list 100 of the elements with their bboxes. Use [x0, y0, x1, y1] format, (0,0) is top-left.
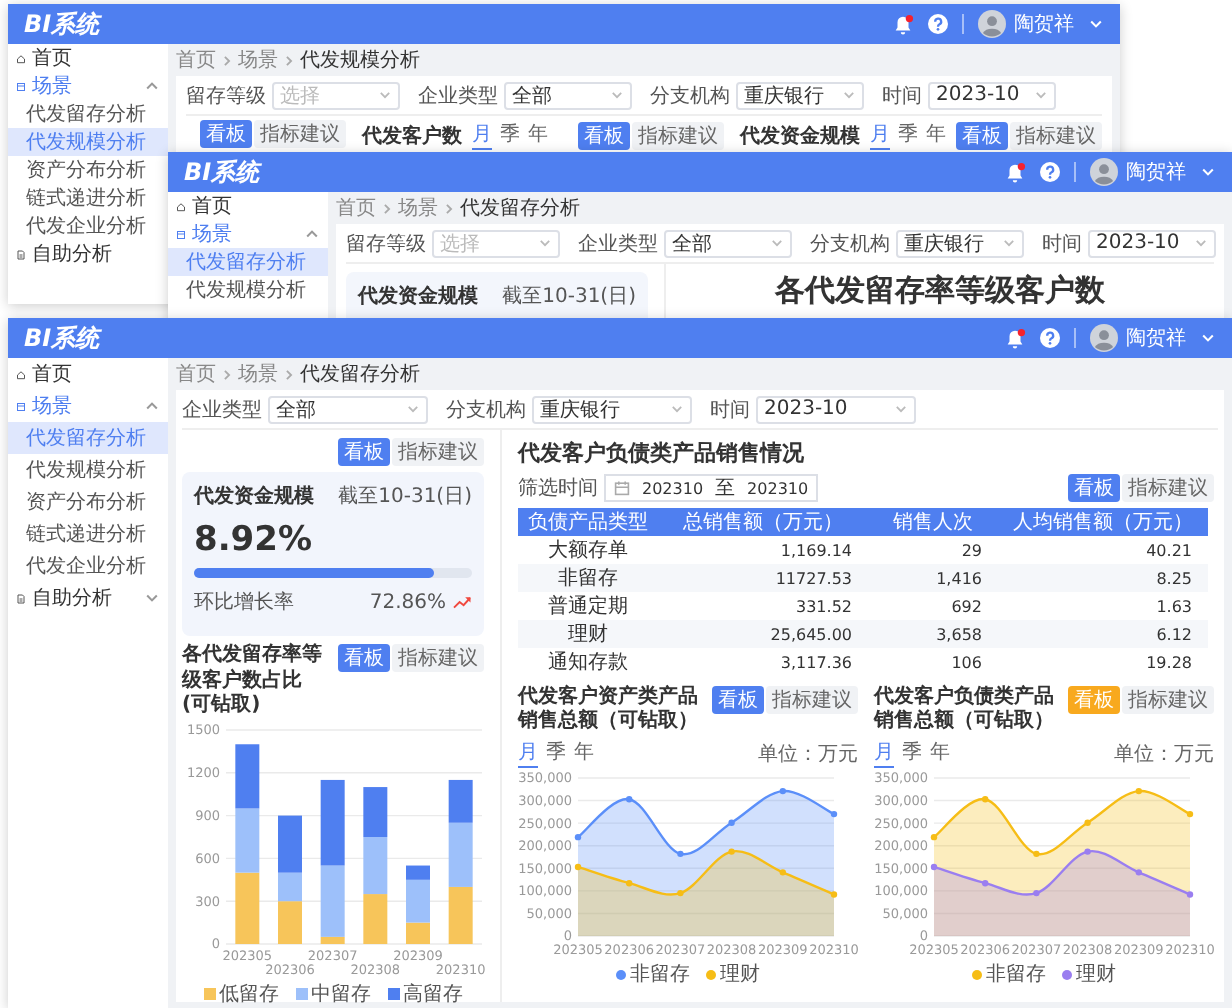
period-tab[interactable]: 月: [870, 120, 890, 150]
toggle-button[interactable]: 看板: [956, 121, 1008, 149]
filter-label: 留存等级: [186, 83, 266, 109]
user-name[interactable]: 陶贺祥: [1014, 10, 1074, 38]
period-tab[interactable]: 月: [874, 738, 894, 768]
toggle-button[interactable]: 指标建议: [1122, 474, 1214, 502]
breadcrumb-link[interactable]: 代发留存分析: [300, 360, 420, 388]
breadcrumb-link[interactable]: 场景: [238, 360, 278, 388]
breadcrumb-link[interactable]: 代发留存分析: [460, 194, 580, 222]
home-icon: [16, 369, 26, 379]
sidebar-item[interactable]: 场景: [168, 220, 328, 248]
table-cell-text: 331.52: [794, 597, 854, 615]
toggle-button[interactable]: 指标建议: [632, 121, 724, 149]
bar: [320, 778, 345, 865]
period-tab[interactable]: 季: [546, 738, 566, 768]
sidebar-item[interactable]: 首页: [8, 44, 168, 72]
toggle-button[interactable]: 指标建议: [392, 644, 484, 672]
user-name[interactable]: 陶贺祥: [1126, 158, 1186, 186]
chevron-down-icon: [770, 236, 784, 250]
sidebar-item[interactable]: 自助分析: [8, 240, 168, 268]
sidebar-item[interactable]: 首页: [8, 358, 168, 390]
sidebar-item[interactable]: 代发企业分析: [8, 550, 168, 582]
sidebar-item[interactable]: 代发企业分析: [8, 212, 168, 240]
select-field[interactable]: 全部: [664, 229, 792, 257]
bar: [363, 836, 388, 894]
data-point: [982, 796, 989, 803]
period-tab[interactable]: 月: [518, 738, 538, 768]
data-point: [830, 810, 838, 818]
sidebar-item[interactable]: 链式递进分析: [8, 184, 168, 212]
sidebar-item[interactable]: 代发规模分析: [168, 276, 328, 304]
breadcrumb-link[interactable]: 代发规模分析: [300, 46, 420, 74]
toggle-button[interactable]: 看板: [1068, 474, 1120, 502]
sidebar-item[interactable]: 代发留存分析: [168, 248, 328, 276]
toggle-button[interactable]: 看板: [712, 686, 764, 714]
table-cell-text: 19.28: [1144, 653, 1194, 671]
chevron-down-icon: [1034, 88, 1048, 102]
toggle-button[interactable]: 看板: [338, 644, 390, 672]
filter-label: 留存等级: [346, 231, 426, 257]
sidebar-item[interactable]: 资产分布分析: [8, 156, 168, 184]
period-tab[interactable]: 季: [500, 120, 520, 150]
select-field[interactable]: 重庆银行: [532, 395, 692, 423]
select-field[interactable]: 重庆银行: [736, 81, 864, 109]
sidebar-item[interactable]: 链式递进分析: [8, 518, 168, 550]
select-field[interactable]: 2023-10: [928, 81, 1056, 109]
chevron-right-icon: [220, 53, 234, 67]
filter-label: 企业类型: [182, 397, 262, 423]
period-tab[interactable]: 年: [926, 120, 946, 150]
select-field[interactable]: 全部: [268, 395, 428, 423]
period-tab[interactable]: 季: [898, 120, 918, 150]
sidebar-item[interactable]: 代发留存分析: [8, 422, 168, 454]
help-icon: [1040, 162, 1060, 182]
breadcrumb-link[interactable]: 首页: [176, 360, 216, 388]
bar: [363, 786, 388, 836]
select-field[interactable]: 2023-10: [1088, 229, 1216, 257]
period-tab[interactable]: 年: [930, 738, 950, 768]
toggle-button[interactable]: 指标建议: [392, 438, 484, 466]
list-icon: [16, 81, 26, 91]
user-name[interactable]: 陶贺祥: [1126, 324, 1186, 352]
table-cell-text: 通知存款: [546, 649, 630, 676]
breadcrumb-link[interactable]: 首页: [336, 194, 376, 222]
period-tab[interactable]: 年: [574, 738, 594, 768]
toggle-button[interactable]: 指标建议: [1122, 686, 1214, 714]
data-point: [930, 833, 938, 841]
sidebar-item[interactable]: 场景: [8, 72, 168, 100]
sidebar-item[interactable]: 代发规模分析: [8, 454, 168, 486]
sidebar-item[interactable]: 资产分布分析: [8, 486, 168, 518]
sidebar-item[interactable]: 首页: [168, 192, 328, 220]
document-icon: [16, 593, 26, 603]
sidebar-item[interactable]: 自助分析: [8, 582, 168, 614]
chevron-down-icon: [610, 88, 624, 102]
select-field[interactable]: 2023-10: [756, 395, 916, 423]
toggle-button[interactable]: 指标建议: [254, 120, 346, 148]
bar: [235, 743, 260, 808]
period-tab[interactable]: 月: [472, 120, 492, 150]
data-point: [677, 850, 684, 858]
sidebar-item[interactable]: 场景: [8, 390, 168, 422]
chevron-down-icon: [894, 402, 908, 416]
chevron-right-icon: [380, 201, 394, 215]
table-cell-text: 6.12: [1154, 625, 1194, 643]
filter-label: 时间: [1042, 231, 1082, 257]
period-tab[interactable]: 季: [902, 738, 922, 768]
breadcrumb-link[interactable]: 场景: [238, 46, 278, 74]
select-field[interactable]: 全部: [504, 81, 632, 109]
breadcrumb-link[interactable]: 首页: [176, 46, 216, 74]
toggle-button[interactable]: 看板: [338, 438, 390, 466]
column-header: 负债产品类型: [526, 509, 650, 536]
data-point: [1084, 819, 1091, 826]
chevron-down-icon: [406, 402, 420, 416]
toggle-button[interactable]: 指标建议: [766, 686, 858, 714]
sidebar-item[interactable]: 代发留存分析: [8, 100, 168, 128]
breadcrumb-link[interactable]: 场景: [398, 194, 438, 222]
select-field[interactable]: 重庆银行: [896, 229, 1024, 257]
table-cell-text: 大额存单: [546, 537, 630, 564]
toggle-button[interactable]: 看板: [578, 121, 630, 149]
period-tab[interactable]: 年: [528, 120, 548, 150]
toggle-button[interactable]: 看板: [200, 120, 252, 148]
sidebar-item[interactable]: 代发规模分析: [8, 128, 168, 156]
date-range-field[interactable]: 202310 至 202310: [604, 474, 819, 502]
filter-label: 企业类型: [418, 83, 498, 109]
toggle-button[interactable]: 指标建议: [1010, 121, 1102, 149]
